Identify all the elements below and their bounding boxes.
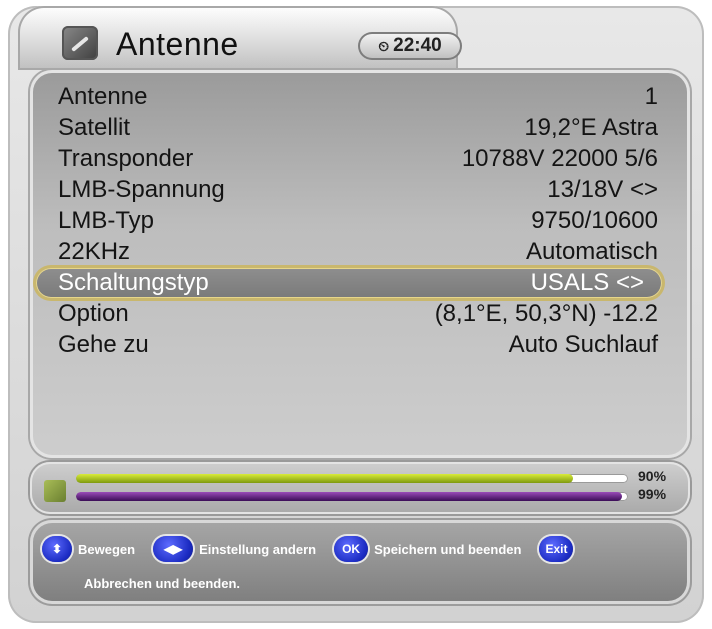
row-value: Auto Suchlauf — [508, 331, 658, 358]
row-antenne[interactable]: Antenne 1 — [58, 82, 658, 112]
move-hint: Bewegen — [78, 541, 136, 557]
setting-hint: Einstellung andern — [199, 541, 317, 557]
signal-quality-percent: 99% — [638, 486, 667, 502]
clock-icon: ⏲ — [378, 37, 390, 54]
signal-meter: 90% 99% — [30, 462, 690, 514]
exit-key-icon[interactable]: Exit — [539, 536, 574, 562]
row-label: Antenne — [58, 83, 148, 110]
signal-strength-bar — [76, 474, 628, 483]
ok-key-icon[interactable]: OK — [334, 536, 369, 562]
row-22khz[interactable]: 22KHz Automatisch — [58, 237, 658, 267]
help-line: ⬍ Bewegen ◀▶ Einstellung andern OK Speic… — [42, 536, 682, 562]
row-value: 13/18V <> — [547, 176, 658, 203]
row-option[interactable]: Option (8,1°E, 50,3°N) -12.2 — [58, 299, 658, 329]
up-down-arrows-icon[interactable]: ⬍ — [42, 536, 72, 562]
settings-list: Antenne 1 Satellit 19,2°E Astra Transpon… — [30, 70, 690, 458]
signal-quality-fill — [76, 492, 623, 501]
save-hint: Speichern und beenden — [374, 541, 522, 557]
page-title: Antenne — [116, 26, 239, 62]
row-value: 1 — [644, 83, 658, 110]
help-box: ⬍ Bewegen ◀▶ Einstellung andern OK Speic… — [30, 520, 690, 604]
signal-strength-fill — [76, 474, 573, 483]
row-transponder[interactable]: Transponder 10788V 22000 5/6 — [58, 144, 658, 174]
row-satellit[interactable]: Satellit 19,2°E Astra — [58, 113, 658, 143]
row-schaltungstyp[interactable]: Schaltungstyp USALS <> — [36, 268, 662, 298]
row-label: LMB-Typ — [58, 207, 155, 234]
row-label: Gehe zu — [58, 331, 149, 358]
left-right-arrows-icon[interactable]: ◀▶ — [153, 536, 194, 562]
antenna-menu-icon — [62, 26, 98, 60]
row-label: Option — [58, 300, 129, 327]
row-label: LMB-Spannung — [58, 176, 225, 203]
row-gehe-zu[interactable]: Gehe zu Auto Suchlauf — [58, 330, 658, 360]
clock-badge: ⏲ 22:40 — [358, 32, 462, 60]
row-label: Schaltungstyp — [58, 269, 209, 296]
title-tab: Antenne ⏲ 22:40 — [18, 6, 462, 70]
row-value: 10788V 22000 5/6 — [461, 145, 658, 172]
row-value: 9750/10600 — [531, 207, 658, 234]
row-value: (8,1°E, 50,3°N) -12.2 — [434, 300, 658, 327]
row-label: Transponder — [58, 145, 194, 172]
row-label: 22KHz — [58, 238, 131, 265]
row-value: Automatisch — [525, 238, 658, 265]
signal-quality-bar — [76, 492, 628, 501]
row-label: Satellit — [58, 114, 131, 141]
row-value: USALS <> — [530, 269, 644, 296]
row-value: 19,2°E Astra — [524, 114, 658, 141]
signal-icon — [44, 480, 66, 502]
signal-strength-percent: 90% — [638, 468, 667, 484]
cancel-hint: Abbrechen und beenden. — [84, 576, 241, 591]
clock-time: 22:40 — [393, 35, 442, 56]
row-lmb-typ[interactable]: LMB-Typ 9750/10600 — [58, 206, 658, 236]
row-lmb-spannung[interactable]: LMB-Spannung 13/18V <> — [58, 175, 658, 205]
